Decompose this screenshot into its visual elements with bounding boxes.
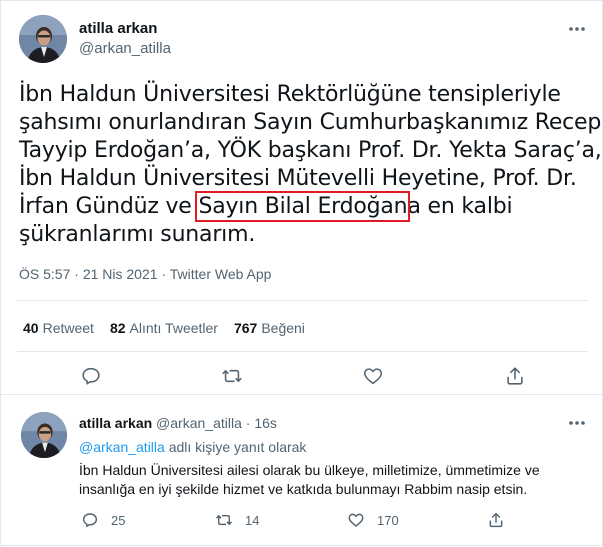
reply-share-button[interactable] — [487, 511, 505, 529]
replying-mention[interactable]: @arkan_atilla — [79, 439, 165, 455]
tweet-text-segment: a en kalbi — [407, 194, 513, 219]
avatar[interactable] — [19, 15, 67, 63]
likes-count: 767 — [233, 320, 258, 336]
tweet-text-segment: İrfan Gündüz ve — [19, 194, 199, 219]
more-icon[interactable] — [567, 19, 587, 39]
tweet-actions — [1, 365, 603, 389]
reply-display-name[interactable]: atilla arkan — [79, 415, 152, 431]
tweet-date[interactable]: 21 Nis 2021 — [83, 266, 158, 282]
retweets-label: Retweet — [42, 320, 94, 336]
quotes-count: 82 — [109, 320, 126, 336]
reply-retweet-button[interactable]: 14 — [215, 511, 259, 529]
like-count: 170 — [377, 512, 399, 528]
reply-user-handle[interactable]: @arkan_atilla — [156, 415, 242, 431]
like-icon — [348, 513, 364, 527]
share-icon[interactable] — [504, 365, 528, 389]
author-block: atilla arkan @arkan_atilla — [79, 19, 171, 59]
tweet-text-line: İbn Haldun Üniversitesi Rektörlüğüne ten… — [19, 82, 561, 107]
retweet-icon[interactable] — [221, 365, 245, 389]
tweet-text-line: Tayyip Erdoğan’a, YÖK başkanı Prof. Dr. … — [19, 138, 602, 163]
reply-avatar[interactable] — [21, 412, 67, 458]
separator: · — [161, 266, 167, 282]
retweet-count: 14 — [245, 512, 260, 528]
tweet-time[interactable]: ÖS 5:57 — [19, 266, 70, 282]
reply-time-ago[interactable]: 16s — [254, 415, 277, 431]
highlighted-name: Sayın Bilal Erdoğan — [195, 191, 411, 222]
retweets-stat[interactable]: 40 Retweet — [23, 319, 94, 337]
display-name[interactable]: atilla arkan — [79, 19, 171, 39]
separator: · — [74, 266, 79, 282]
reply-count: 25 — [111, 512, 126, 528]
reply-icon[interactable] — [80, 365, 104, 389]
tweet-thread: atilla arkan @arkan_atilla İbn Haldun Ün… — [0, 0, 603, 546]
replying-to: @arkan_atilla adlı kişiye yanıt olarak — [79, 438, 306, 456]
tweet-text-line: İbn Haldun Üniversitesi Mütevelli Heyeti… — [19, 166, 577, 191]
like-icon[interactable] — [362, 365, 386, 389]
user-handle[interactable]: @arkan_atilla — [79, 39, 171, 59]
share-icon — [489, 512, 503, 528]
separator: · — [245, 415, 251, 431]
likes-label: Beğeni — [261, 320, 305, 336]
likes-stat[interactable]: 767 Beğeni — [234, 319, 305, 337]
reply-actions: 25 14 170 — [1, 511, 603, 533]
quotes-stat[interactable]: 82 Alıntı Tweetler — [110, 319, 218, 337]
replying-label: adlı kişiye yanıt olarak — [168, 439, 307, 455]
retweets-count: 40 — [23, 320, 39, 336]
tweet-text-line: İrfan Gündüz ve Sayın Bilal Erdoğana en … — [19, 191, 594, 222]
source-app[interactable]: Twitter Web App — [170, 266, 272, 282]
tweet-text-line: şahsımı onurlandıran Sayın Cumhurbaşkanı… — [19, 110, 602, 135]
tweet-timestamp: ÖS 5:57 · 21 Nis 2021 · Twitter Web App — [19, 265, 271, 283]
reply-icon — [82, 513, 98, 528]
tweet-text-line: şükranlarımı sunarım. — [19, 222, 256, 247]
quotes-label: Alıntı Tweetler — [129, 320, 218, 336]
divider — [17, 300, 588, 301]
divider — [17, 351, 588, 352]
retweet-icon — [216, 514, 232, 526]
reply-text: İbn Haldun Üniversitesi ailesi olarak bu… — [79, 462, 540, 497]
reply-reply-button[interactable]: 25 — [81, 511, 125, 529]
tweet-text: İbn Haldun Üniversitesi Rektörlüğüne ten… — [19, 81, 602, 249]
reply-more-icon[interactable] — [567, 413, 587, 433]
tweet-stats: 40 Retweet 82 Alıntı Tweetler 767 Beğeni — [23, 319, 305, 337]
reply-like-button[interactable]: 170 — [347, 511, 399, 529]
reply-author-row: atilla arkan @arkan_atilla · 16s — [79, 414, 277, 432]
